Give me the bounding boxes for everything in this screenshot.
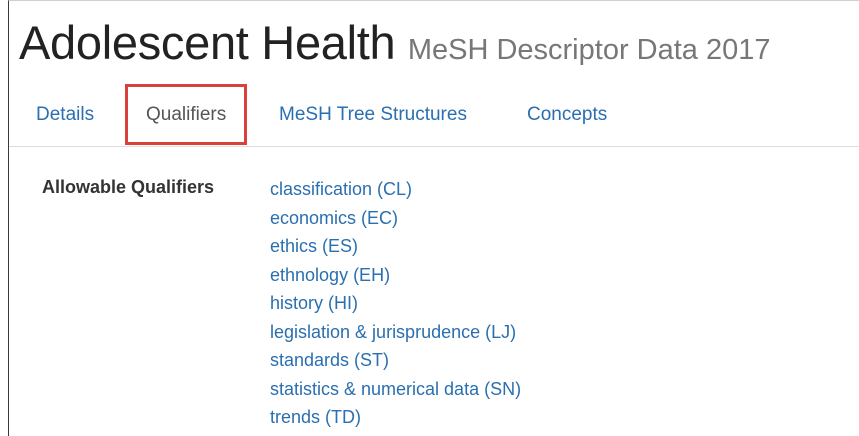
qualifier-link-economics[interactable]: economics (EC) [270,204,521,233]
descriptor-title: Adolescent Health [19,16,396,69]
qualifier-link-ethnology[interactable]: ethnology (EH) [270,261,521,290]
qualifier-link-standards[interactable]: standards (ST) [270,346,521,375]
tab-concepts[interactable]: Concepts [527,84,607,145]
qualifier-list: classification (CL) economics (EC) ethic… [270,175,521,432]
tab-bar: Details Qualifiers MeSH Tree Structures … [9,84,859,147]
qualifier-link-history[interactable]: history (HI) [270,289,521,318]
descriptor-subtitle: MeSH Descriptor Data 2017 [407,34,771,66]
tab-qualifiers[interactable]: Qualifiers [125,84,248,145]
qualifier-link-trends[interactable]: trends (TD) [270,403,521,432]
page-frame: Adolescent Health MeSH Descriptor Data 2… [8,0,859,436]
tab-mesh-tree-structures[interactable]: MeSH Tree Structures [279,84,467,145]
qualifier-link-classification[interactable]: classification (CL) [270,175,521,204]
qualifier-link-legislation[interactable]: legislation & jurisprudence (LJ) [270,318,521,347]
page-title: Adolescent Health MeSH Descriptor Data 2… [19,15,770,70]
tab-details[interactable]: Details [36,84,94,145]
allowable-qualifiers-label: Allowable Qualifiers [42,177,215,197]
qualifier-link-statistics[interactable]: statistics & numerical data (SN) [270,375,521,404]
qualifier-link-ethics[interactable]: ethics (ES) [270,232,521,261]
